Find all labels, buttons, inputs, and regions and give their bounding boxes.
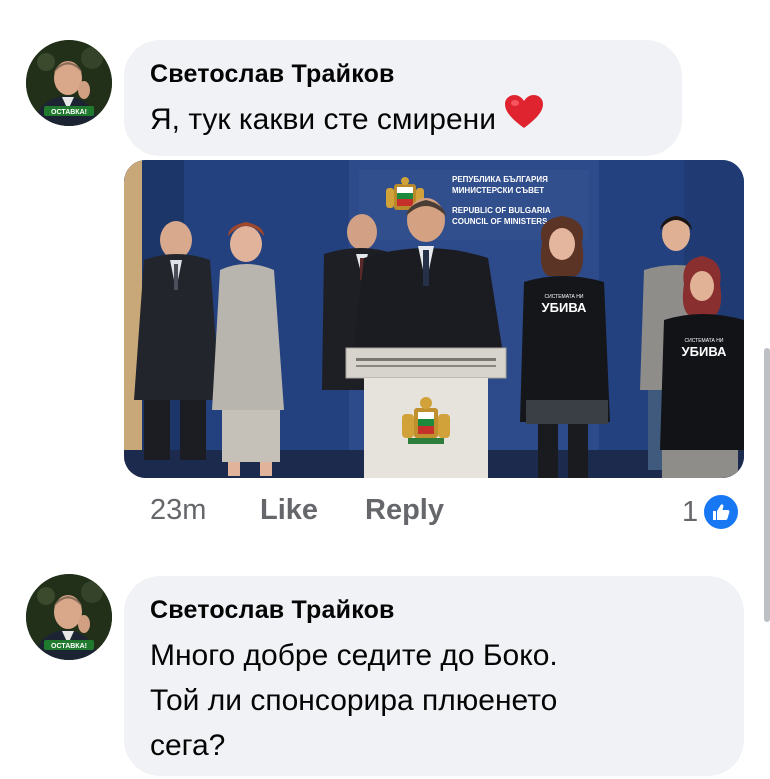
comment-bubble: Светослав Трайков Много добре седите до …: [124, 576, 744, 776]
reaction-summary[interactable]: 1: [682, 493, 741, 531]
comment-text: Я, тук какви сте смирени: [150, 95, 544, 142]
avatar-badge-text: ОСТАВКА!: [51, 109, 87, 116]
comment-author[interactable]: Светослав Трайков: [150, 60, 395, 89]
reply-button[interactable]: Reply: [365, 494, 444, 527]
avatar[interactable]: ОСТАВКА!: [26, 40, 112, 126]
heart-emoji-icon: [504, 94, 544, 142]
backdrop-text-1: РЕПУБЛИКА БЪЛГАРИЯ: [452, 175, 548, 184]
thumbs-up-icon: [702, 493, 741, 531]
backdrop-text-2: МИНИСТЕРСКИ СЪВЕТ: [452, 186, 544, 195]
shirt-text-2: УБИВА: [682, 344, 728, 359]
comment-text-content: Я, тук какви сте смирени: [150, 103, 496, 136]
shirt-small-text-2: СИСТЕМАТА НИ: [685, 338, 724, 344]
comment-author[interactable]: Светослав Трайков: [150, 596, 395, 625]
avatar-badge-text: ОСТАВКА!: [51, 643, 87, 650]
scrollbar[interactable]: [764, 348, 770, 622]
shirt-small-text-1: СИСТЕМАТА НИ: [545, 294, 584, 300]
comment-text-line: сега?: [150, 729, 226, 762]
comment-text-line: Много добре седите до Боко.: [150, 639, 558, 672]
attached-photo[interactable]: РЕПУБЛИКА БЪЛГАРИЯ МИНИСТЕРСКИ СЪВЕТ REP…: [124, 160, 744, 478]
shirt-text-1: УБИВА: [542, 300, 588, 315]
comment-bubble: Светослав Трайков Я, тук какви сте смире…: [124, 40, 682, 156]
backdrop-text-3: REPUBLIC OF BULGARIA: [452, 206, 551, 215]
like-button[interactable]: Like: [260, 494, 318, 527]
backdrop-text-4: COUNCIL OF MINISTERS: [452, 217, 548, 226]
comment-text-line: Той ли спонсорира плюенето: [150, 684, 558, 717]
reaction-count: 1: [682, 495, 699, 528]
avatar[interactable]: ОСТАВКА!: [26, 574, 112, 660]
comment-timestamp[interactable]: 23m: [150, 494, 206, 527]
